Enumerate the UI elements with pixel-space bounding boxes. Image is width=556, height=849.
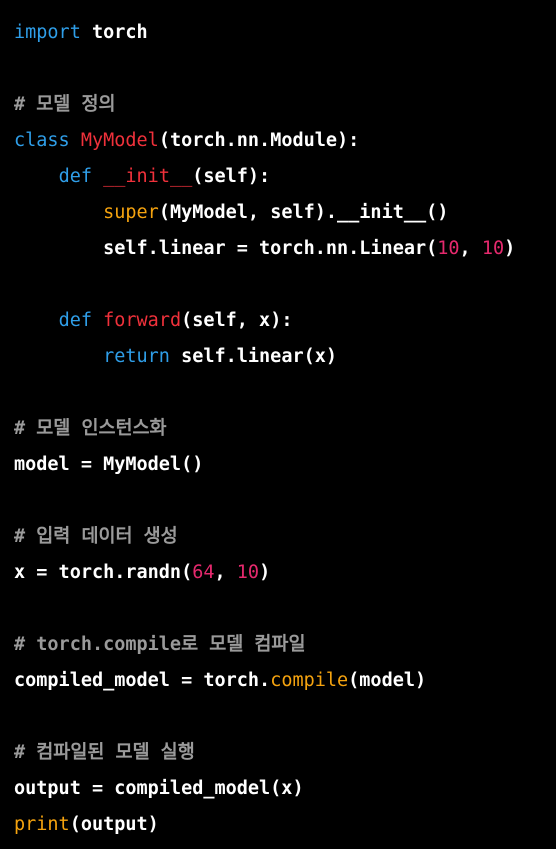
- code-token-comment: # 입력 데이터 생성: [14, 526, 178, 547]
- code-token-def-keyword: def: [58, 310, 92, 331]
- code-block: import torch # 모델 정의 class MyModel(torch.n…: [0, 0, 556, 849]
- code-token-text: (output): [69, 814, 159, 835]
- code-line: # 컴파일된 모델 실행: [14, 735, 556, 771]
- code-token-keyword: class: [14, 130, 70, 151]
- code-token-text: (self, x):: [181, 310, 293, 331]
- code-token-keyword: return: [103, 346, 170, 367]
- code-token-builtin: compile: [270, 670, 349, 691]
- code-token-builtin: super: [103, 202, 159, 223]
- code-token-comment: # 컴파일된 모델 실행: [14, 742, 195, 763]
- code-line: compiled_model = torch.compile(model): [14, 663, 556, 699]
- code-token-text: self.linear = torch.nn.Linear(: [14, 238, 438, 259]
- code-token-func-name: forward: [103, 310, 182, 331]
- code-line: x = torch.randn(64, 10): [14, 555, 556, 591]
- code-token-text: output = compiled_model(x): [14, 778, 304, 799]
- code-line: print(output): [14, 807, 556, 843]
- code-token-number: 10: [437, 238, 460, 259]
- code-token-func-name: __init__: [103, 166, 193, 187]
- code-token-class-name: MyModel: [80, 130, 159, 151]
- code-token-number: 64: [192, 562, 215, 583]
- code-token-builtin: print: [14, 814, 70, 835]
- code-line: def __init__(self):: [14, 159, 556, 195]
- code-token-def-keyword: def: [58, 166, 92, 187]
- code-token-text: ): [504, 238, 516, 259]
- code-token-comment: # 모델 인스턴스화: [14, 418, 167, 439]
- code-token-text: ): [259, 562, 271, 583]
- code-line: def forward(self, x):: [14, 303, 556, 339]
- code-token-text: (MyModel, self).__init__(): [158, 202, 449, 223]
- code-line: super(MyModel, self).__init__(): [14, 195, 556, 231]
- code-token-text: self.linear(x): [169, 346, 338, 367]
- code-line: output = compiled_model(x): [14, 771, 556, 807]
- code-token-comment: # torch.compile로 모델 컴파일: [14, 634, 306, 655]
- code-token-number: 10: [236, 562, 260, 583]
- code-token-text: (self):: [192, 166, 271, 187]
- code-token-keyword: import: [14, 22, 81, 43]
- code-token-text: (torch.nn.Module):: [158, 130, 360, 151]
- code-token-text: compiled_model = torch.: [14, 670, 271, 691]
- code-token-text: torch: [80, 22, 148, 43]
- code-token-text: model = MyModel(): [14, 454, 204, 475]
- code-token-text: (model): [348, 670, 427, 691]
- code-token-text: ,: [459, 238, 482, 259]
- code-token-comment: # 모델 정의: [14, 94, 116, 115]
- code-line: self.linear = torch.nn.Linear(10, 10): [14, 231, 556, 267]
- code-token-text: ,: [214, 562, 237, 583]
- code-line: # 모델 인스턴스화: [14, 411, 556, 447]
- code-line: model = MyModel(): [14, 447, 556, 483]
- code-token-text: x = torch.randn(: [14, 562, 193, 583]
- code-line: return self.linear(x): [14, 339, 556, 375]
- code-line: # 입력 데이터 생성: [14, 519, 556, 555]
- code-line: # torch.compile로 모델 컴파일: [14, 627, 556, 663]
- code-line: import torch: [14, 15, 556, 51]
- code-token-number: 10: [481, 238, 505, 259]
- code-line: # 모델 정의: [14, 87, 556, 123]
- code-line: class MyModel(torch.nn.Module):: [14, 123, 556, 159]
